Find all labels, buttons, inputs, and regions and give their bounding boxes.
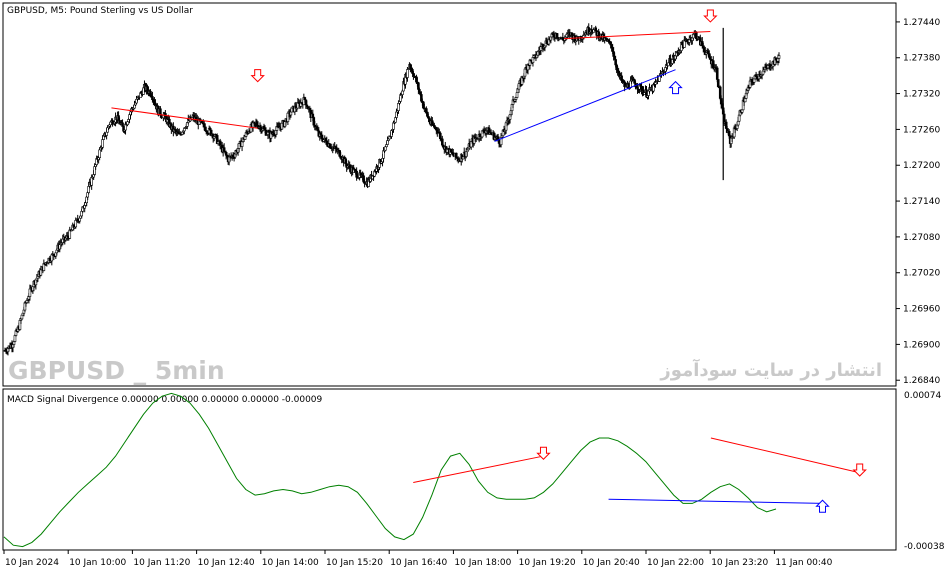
price-tick-label: 1.27380 [903, 54, 940, 64]
price-tick-label: 1.27200 [903, 161, 940, 171]
symbol-title: GBPUSD, M5: Pound Sterling vs US Dollar [7, 6, 193, 16]
price-window[interactable] [2, 2, 897, 387]
price-tick-label: 1.27020 [903, 269, 940, 279]
candle-body [752, 78, 756, 83]
candle-body [715, 67, 719, 80]
candle-body [289, 111, 293, 116]
trading-chart[interactable]: GBPUSD _ 5min انتشار در سایت سودآموز GBP… [0, 0, 951, 572]
time-tick-label: 11 Jan 00:40 [775, 558, 832, 568]
candle-body [761, 70, 765, 75]
time-tick-label: 10 Jan 2024 [5, 558, 59, 568]
time-tick-label: 10 Jan 12:40 [198, 558, 255, 568]
price-axis: 1.27440 1.27380 1.27320 1.27260 1.27200 1.271… [896, 18, 940, 386]
candle-body [101, 139, 104, 148]
time-tick-label: 10 Jan 20:40 [583, 558, 640, 568]
time-tick-label: 10 Jan 19:20 [519, 558, 576, 568]
candle-body [406, 69, 409, 78]
candle-body [594, 27, 598, 31]
time-tick-label: 10 Jan 23:20 [711, 558, 768, 568]
candle-body [515, 92, 519, 98]
candle-body [609, 41, 612, 46]
time-tick-label: 10 Jan 10:00 [69, 558, 126, 568]
price-tick-label: 1.27140 [903, 197, 940, 207]
time-tick-label: 10 Jan 18:00 [454, 558, 511, 568]
price-tick-label: 1.27080 [903, 233, 940, 243]
price-tick-label: 1.26960 [903, 305, 940, 315]
price-tick-label: 1.27260 [903, 125, 940, 135]
watermark-site: انتشار در سایت سودآموز [659, 358, 882, 381]
indicator-window[interactable] [2, 388, 897, 551]
watermark-symbol: GBPUSD _ 5min [8, 356, 225, 385]
candle-body [98, 149, 101, 158]
time-tick-label: 10 Jan 11:20 [133, 558, 190, 568]
price-tick-label: 1.27440 [903, 18, 940, 28]
time-tick-label: 10 Jan 22:00 [647, 558, 704, 568]
candle-body [441, 138, 444, 146]
candle-body [20, 314, 24, 320]
time-tick-label: 10 Jan 14:00 [262, 558, 319, 568]
price-tick-label: 1.27320 [903, 90, 940, 100]
indicator-scale-top: 0.00074 [904, 391, 941, 401]
candle-body [105, 131, 108, 136]
candle-body [385, 144, 388, 148]
indicator-title: MACD Signal Divergence 0.00000 0.00000 0… [7, 395, 323, 405]
candle-body [222, 147, 226, 152]
candle-body [777, 55, 781, 59]
price-tick-label: 1.26900 [903, 340, 940, 350]
candle-body [78, 217, 82, 222]
indicator-scale-bottom: -0.00038 [904, 542, 945, 552]
price-tick-label: 1.26840 [903, 376, 940, 386]
time-axis: 10 Jan 2024 10 Jan 10:00 10 Jan 11:20 10 Ja… [3, 550, 833, 568]
candle-body [303, 97, 307, 101]
candle-body [401, 90, 404, 95]
time-tick-label: 10 Jan 15:20 [326, 558, 383, 568]
time-tick-label: 10 Jan 16:40 [390, 558, 447, 568]
